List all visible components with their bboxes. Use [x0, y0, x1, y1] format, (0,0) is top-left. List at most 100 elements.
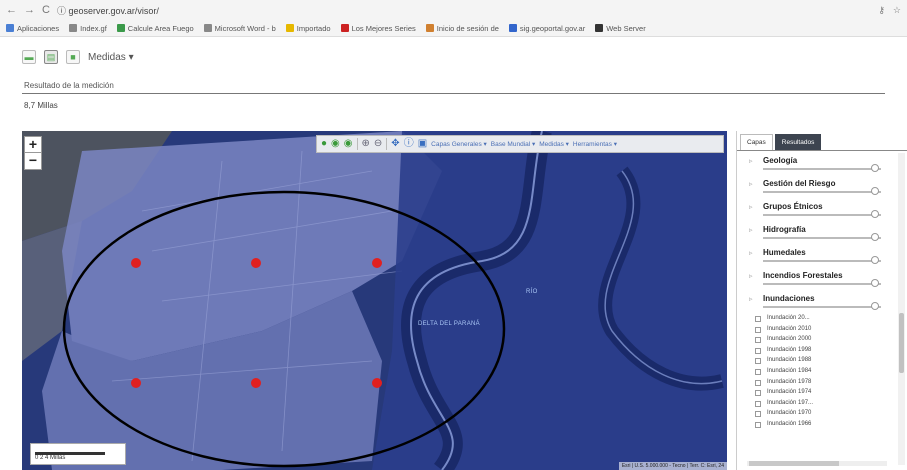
- layer-item[interactable]: ▹ Geología: [743, 153, 893, 176]
- zoom-out-icon[interactable]: ⊖: [374, 139, 382, 149]
- sublayer-item[interactable]: Inundación 1966: [743, 420, 893, 431]
- layer-item[interactable]: ▹ Incendios Forestales: [743, 268, 893, 291]
- scale-label: 0 2 4 Millas: [35, 455, 66, 461]
- zoom-out-button[interactable]: −: [25, 153, 41, 169]
- layer-item[interactable]: ▹ Grupos Étnicos: [743, 199, 893, 222]
- opacity-slider[interactable]: [763, 191, 881, 193]
- bookmark-item[interactable]: Microsoft Word - b: [203, 24, 276, 33]
- folder-icon[interactable]: ▬: [22, 50, 36, 64]
- measures-menu[interactable]: Medidas ▾: [88, 52, 134, 63]
- bookmark-item[interactable]: Inicio de sesión de: [425, 24, 499, 33]
- opacity-slider[interactable]: [763, 306, 881, 308]
- expand-icon[interactable]: ▹: [749, 157, 753, 165]
- sublayer-item[interactable]: Inundación 1984: [743, 367, 893, 378]
- address-bar[interactable]: ⓘ geoserver.gov.ar/visor/: [57, 4, 159, 17]
- layer-item[interactable]: ▹ Inundaciones: [743, 291, 893, 314]
- back-icon[interactable]: ←: [6, 4, 17, 16]
- bookmark-icon: [425, 24, 434, 32]
- opacity-slider-thumb[interactable]: [871, 302, 879, 310]
- opacity-slider[interactable]: [763, 237, 881, 239]
- opacity-slider-thumb[interactable]: [871, 164, 879, 172]
- toolbar-dropdown-3[interactable]: Medidas ▾: [539, 140, 569, 148]
- opacity-slider-thumb[interactable]: [871, 256, 879, 264]
- layers-icon[interactable]: ▤: [44, 50, 58, 64]
- divider: [356, 138, 358, 150]
- sublayer-item[interactable]: Inundación 2000: [743, 335, 893, 346]
- star-icon[interactable]: ☆: [893, 5, 901, 16]
- print-icon[interactable]: ■: [66, 50, 80, 64]
- expand-icon[interactable]: ▹: [749, 226, 753, 234]
- expand-icon[interactable]: ▹: [749, 180, 753, 188]
- forward-extent-icon[interactable]: ◉: [344, 139, 353, 149]
- bookmark-item[interactable]: Aplicaciones: [6, 24, 59, 33]
- pan-icon[interactable]: ✥: [391, 139, 399, 149]
- opacity-slider[interactable]: [763, 214, 881, 216]
- toolbar-dropdown-1[interactable]: Capas Generales ▾: [431, 140, 487, 148]
- sublayer-checkbox[interactable]: [755, 400, 761, 407]
- sublayer-checkbox[interactable]: [755, 347, 761, 354]
- bookmarks-bar: Aplicaciones Index.gf Calcule Area Fuego Mi…: [0, 20, 907, 37]
- expand-icon[interactable]: ▹: [749, 295, 753, 303]
- bookmark-item[interactable]: Los Mejores Series: [340, 24, 416, 33]
- info-icon[interactable]: ⓘ: [404, 139, 414, 149]
- reload-icon[interactable]: C: [42, 4, 50, 16]
- panel-hscrollbar[interactable]: [747, 461, 887, 466]
- sublayer-checkbox[interactable]: [755, 337, 761, 344]
- sublayer-checkbox[interactable]: [755, 326, 761, 333]
- sublayer-item[interactable]: Inundación 1978: [743, 378, 893, 389]
- opacity-slider[interactable]: [763, 283, 881, 285]
- layer-name: Incendios Forestales: [763, 271, 843, 280]
- sublayer-item[interactable]: Inundación 2010: [743, 325, 893, 336]
- layer-name: Hidrografía: [763, 225, 806, 234]
- sublayer-checkbox[interactable]: [755, 368, 761, 375]
- bookmark-item[interactable]: Importado: [285, 24, 331, 33]
- bookmark-item[interactable]: sig.geoportal.gov.ar: [508, 24, 585, 33]
- bookmark-label: Web Server: [606, 23, 646, 33]
- sublayer-item[interactable]: Inundación 197...: [743, 399, 893, 410]
- sublayer-item[interactable]: Inundación 1970: [743, 409, 893, 420]
- bookmark-item[interactable]: Index.gf: [69, 24, 107, 33]
- expand-icon[interactable]: ▹: [749, 272, 753, 280]
- layer-item[interactable]: ▹ Gestión del Riesgo: [743, 176, 893, 199]
- sublayer-checkbox[interactable]: [755, 421, 761, 428]
- opacity-slider-thumb[interactable]: [871, 187, 879, 195]
- forward-icon[interactable]: →: [24, 4, 35, 16]
- key-icon[interactable]: ⚷: [878, 5, 885, 16]
- zoom-in-button[interactable]: +: [25, 137, 41, 153]
- select-icon[interactable]: ▣: [418, 139, 427, 149]
- sublayer-item[interactable]: Inundación 1974: [743, 388, 893, 399]
- tab-results[interactable]: Resultados: [774, 134, 822, 150]
- opacity-slider[interactable]: [763, 168, 881, 170]
- opacity-slider-thumb[interactable]: [871, 233, 879, 241]
- sublayer-checkbox[interactable]: [755, 390, 761, 397]
- sublayer-item[interactable]: Inundación 1998: [743, 346, 893, 357]
- sublayer-checkbox[interactable]: [755, 316, 761, 322]
- opacity-slider-thumb[interactable]: [871, 279, 879, 287]
- toolbar-dropdown-2[interactable]: Base Mundial ▾: [491, 140, 535, 148]
- layer-item[interactable]: ▹ Hidrografía: [743, 222, 893, 245]
- tab-layers[interactable]: Capas: [740, 134, 773, 150]
- expand-icon[interactable]: ▹: [749, 249, 753, 257]
- map-view[interactable]: DELTA DEL PARANÁ RÍO + − ● ◉ ◉ ⊕ ⊖ ✥ ⓘ ▣…: [22, 131, 727, 470]
- sublayer-checkbox[interactable]: [755, 411, 761, 418]
- world-icon[interactable]: ●: [321, 139, 327, 149]
- bookmark-item[interactable]: Calcule Area Fuego: [116, 24, 194, 33]
- bookmark-icon: [595, 24, 604, 32]
- measure-point: [131, 258, 141, 268]
- map-label-river: RÍO: [526, 289, 538, 295]
- back-extent-icon[interactable]: ◉: [331, 139, 340, 149]
- sublayer-item[interactable]: Inundación 20...: [743, 314, 893, 325]
- sublayer-label: Inundación 1974: [767, 389, 812, 396]
- bookmark-item[interactable]: Web Server: [595, 23, 646, 33]
- sublayer-checkbox[interactable]: [755, 358, 761, 365]
- zoom-in-icon[interactable]: ⊕: [362, 139, 370, 149]
- layer-item[interactable]: ▹ Humedales: [743, 245, 893, 268]
- expand-icon[interactable]: ▹: [749, 203, 753, 211]
- panel-scrollbar[interactable]: [898, 153, 905, 465]
- toolbar-dropdown-4[interactable]: Herramientas ▾: [573, 140, 617, 148]
- sublayer-item[interactable]: Inundación 1988: [743, 356, 893, 367]
- opacity-slider[interactable]: [763, 260, 881, 262]
- layer-name: Grupos Étnicos: [763, 202, 823, 211]
- opacity-slider-thumb[interactable]: [871, 210, 879, 218]
- sublayer-checkbox[interactable]: [755, 379, 761, 386]
